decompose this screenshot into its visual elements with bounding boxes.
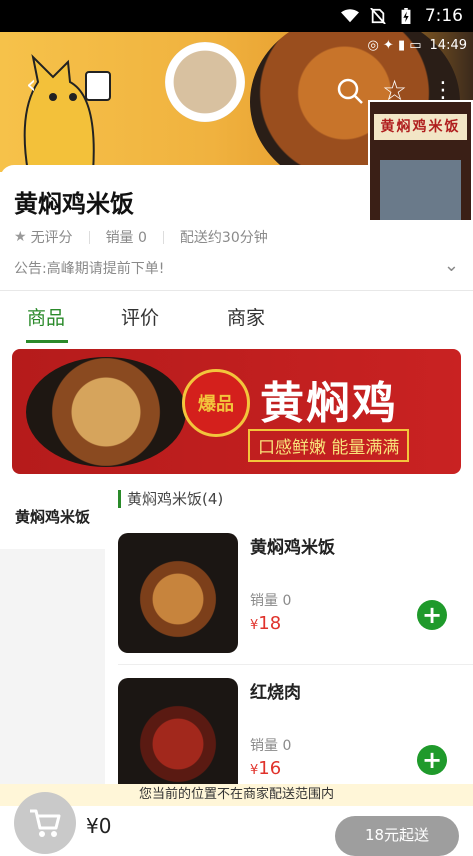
- rice-bowl-image: [165, 42, 245, 122]
- chevron-down-icon[interactable]: ⌄: [444, 255, 459, 276]
- wifi-icon: [340, 9, 359, 23]
- product-image: [118, 533, 238, 653]
- status-bar: 7:16: [0, 0, 473, 32]
- cat-mascot-image: [23, 53, 111, 172]
- tab-merchant[interactable]: 商家: [227, 303, 265, 330]
- shop-notice: 公告:高峰期请提前下单!: [14, 261, 165, 277]
- cart-bar: ¥0 18元起送: [0, 792, 473, 856]
- cart-total: ¥0: [86, 814, 112, 838]
- shopping-cart-icon: [30, 809, 61, 837]
- add-to-cart-button[interactable]: +: [417, 600, 447, 630]
- storefront-door: [380, 160, 461, 220]
- product-name: 红烧肉: [250, 683, 301, 703]
- min-order-button[interactable]: 18元起送: [335, 816, 459, 856]
- item-divider: [118, 664, 473, 665]
- shop-storefront-image: 黄焖鸡米饭: [368, 100, 473, 222]
- shop-rating: 无评分: [30, 230, 73, 246]
- category-sidebar: 黄焖鸡米饭: [0, 485, 105, 785]
- cart-button[interactable]: [14, 792, 76, 854]
- shop-tabs: 商品 评价 商家: [0, 303, 473, 345]
- no-sim-icon: [370, 8, 386, 24]
- category-item-huangmenji[interactable]: 黄焖鸡米饭: [0, 485, 105, 549]
- product-item[interactable]: 黄焖鸡米饭 销量 0 ¥18 +: [118, 533, 461, 673]
- embedded-status-time: 14:49: [429, 38, 467, 53]
- add-to-cart-button[interactable]: +: [417, 745, 447, 775]
- star-icon: ★: [14, 229, 27, 245]
- delivery-range-warning: 您当前的位置不在商家配送范围内: [0, 784, 473, 806]
- tab-products[interactable]: 商品: [27, 303, 65, 330]
- shop-meta: ★ 无评分 销量 0 配送约30分钟: [14, 227, 268, 247]
- product-name: 黄焖鸡米饭: [250, 538, 335, 558]
- banner-slogan: 口感鲜嫩 能量满满: [248, 429, 410, 462]
- storefront-sign-text: 黄焖鸡米饭: [374, 114, 467, 140]
- banner-title: 黄焖鸡: [260, 378, 398, 429]
- price-value: 18: [258, 613, 282, 634]
- product-image: [118, 678, 238, 798]
- shop-delivery-time: 配送约30分钟: [179, 230, 268, 246]
- active-tab-indicator: [26, 340, 68, 343]
- meta-divider: [162, 230, 164, 244]
- meta-divider: [88, 230, 90, 244]
- product-price: ¥16: [250, 758, 281, 779]
- banner-badge: 爆品: [182, 369, 250, 437]
- section-title: 黄焖鸡米饭(4): [118, 490, 223, 508]
- embedded-status-icons: ◎ ✦ ▮ ▭: [367, 38, 422, 53]
- shop-name: 黄焖鸡米饭: [14, 190, 134, 218]
- shop-sales: 销量 0: [105, 230, 147, 246]
- embedded-status-bar: ▣ ◎ ✦ ▮ ▭ 14:49: [367, 38, 467, 53]
- price-value: 16: [258, 758, 282, 779]
- status-time: 7:16: [424, 6, 463, 26]
- product-sales: 销量 0: [250, 738, 292, 754]
- product-price: ¥18: [250, 613, 281, 634]
- promo-banner[interactable]: 爆品 黄焖鸡 口感鲜嫩 能量满满: [12, 349, 461, 474]
- tab-reviews[interactable]: 评价: [121, 303, 159, 330]
- search-icon[interactable]: [336, 77, 364, 105]
- product-sales: 销量 0: [250, 593, 292, 609]
- battery-charging-icon: [401, 8, 411, 24]
- divider: [0, 290, 473, 291]
- banner-food-image: [26, 357, 186, 467]
- back-arrow-icon[interactable]: ‹: [26, 70, 36, 100]
